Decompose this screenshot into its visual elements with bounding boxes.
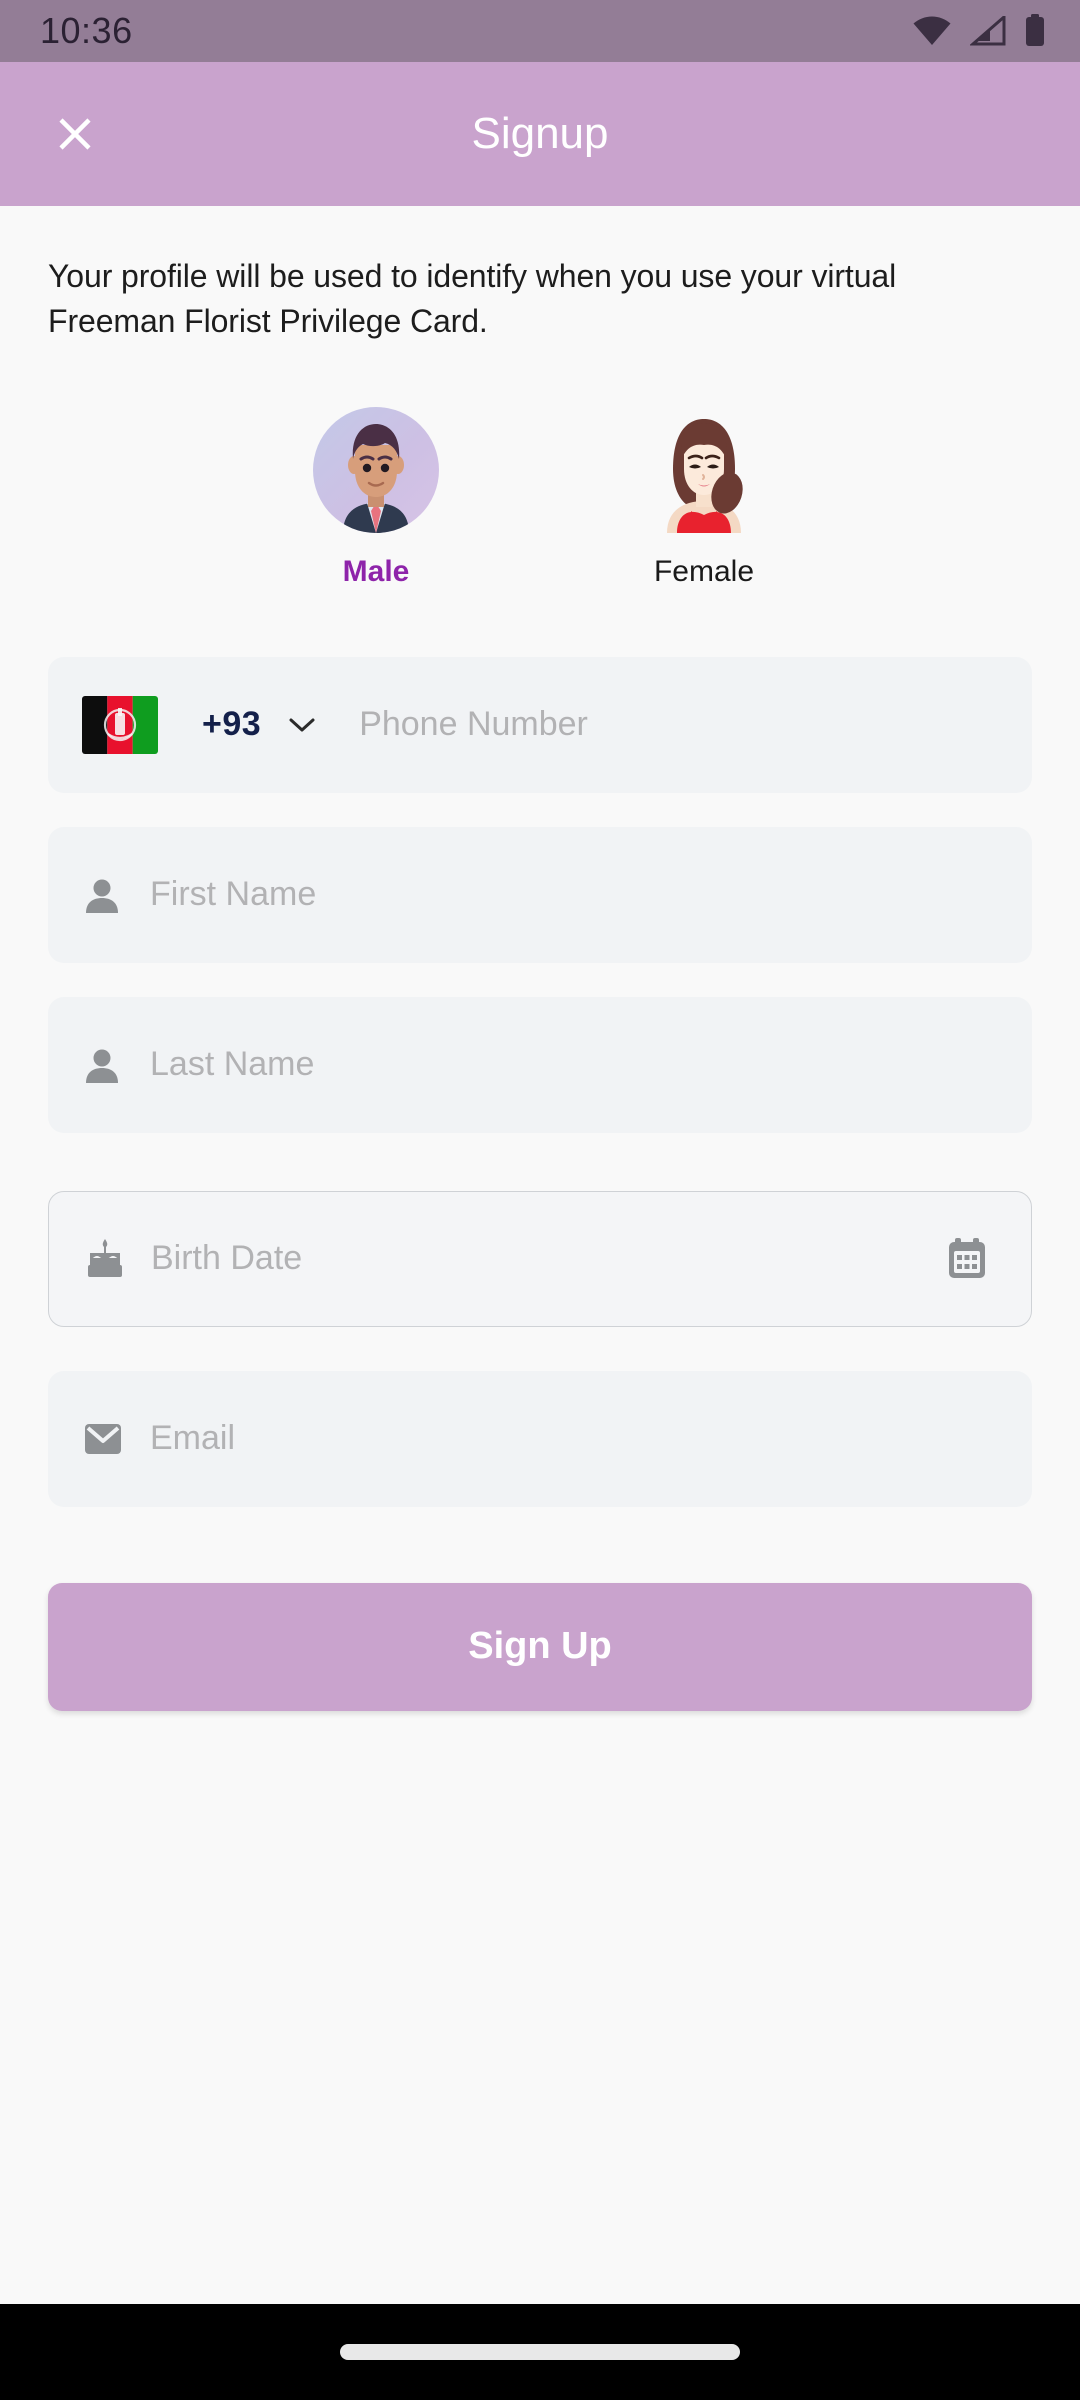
first-name-input[interactable]: First Name xyxy=(150,875,998,914)
envelope-icon xyxy=(82,1422,136,1456)
male-avatar xyxy=(313,406,439,533)
form-content: Your profile will be used to identify wh… xyxy=(0,206,1080,2304)
status-bar-icons xyxy=(912,14,1046,48)
female-avatar-icon xyxy=(667,418,743,533)
sign-up-button[interactable]: Sign Up xyxy=(48,1582,1032,1711)
phone-number-field[interactable]: +93 Phone Number xyxy=(48,656,1032,793)
email-input[interactable]: Email xyxy=(150,1419,998,1458)
cellular-signal-icon xyxy=(970,16,1006,46)
male-avatar-icon xyxy=(343,423,409,533)
birth-date-input[interactable]: Birth Date xyxy=(151,1239,937,1278)
phone-number-input[interactable]: Phone Number xyxy=(359,705,588,744)
intro-text: Your profile will be used to identify wh… xyxy=(48,258,897,340)
last-name-field[interactable]: Last Name xyxy=(48,996,1032,1133)
gender-label-female: Female xyxy=(653,554,755,588)
app-bar: Signup xyxy=(0,62,1080,206)
gender-option-female[interactable]: Female xyxy=(615,407,793,589)
chevron-down-icon[interactable] xyxy=(287,715,317,735)
birth-date-field[interactable]: Birth Date xyxy=(48,1190,1032,1327)
female-avatar xyxy=(641,407,767,533)
country-code-value: +93 xyxy=(202,705,262,744)
status-bar-clock: 10:36 xyxy=(40,10,133,51)
person-icon xyxy=(82,875,136,915)
birthday-cake-icon xyxy=(83,1237,137,1281)
gesture-home-pill[interactable] xyxy=(340,2344,740,2360)
battery-icon xyxy=(1024,14,1046,48)
person-icon xyxy=(82,1045,136,1085)
email-field[interactable]: Email xyxy=(48,1370,1032,1507)
status-bar: 10:36 xyxy=(0,0,1080,62)
system-navigation-bar xyxy=(0,2304,1080,2400)
sign-up-button-label: Sign Up xyxy=(468,1625,612,1668)
close-icon xyxy=(51,110,99,158)
gender-option-male[interactable]: Male xyxy=(287,406,465,589)
gender-selector: Male Female xyxy=(48,406,1032,589)
wifi-icon xyxy=(912,16,952,46)
page-title: Signup xyxy=(471,109,609,158)
close-button[interactable] xyxy=(40,99,110,169)
last-name-input[interactable]: Last Name xyxy=(150,1045,998,1084)
calendar-icon[interactable] xyxy=(937,1236,997,1282)
afghanistan-flag-icon xyxy=(82,695,158,754)
first-name-field[interactable]: First Name xyxy=(48,826,1032,963)
gender-label-male: Male xyxy=(342,554,410,588)
signup-screen: 10:36 Signup Your profile will be used t… xyxy=(0,0,1080,2400)
